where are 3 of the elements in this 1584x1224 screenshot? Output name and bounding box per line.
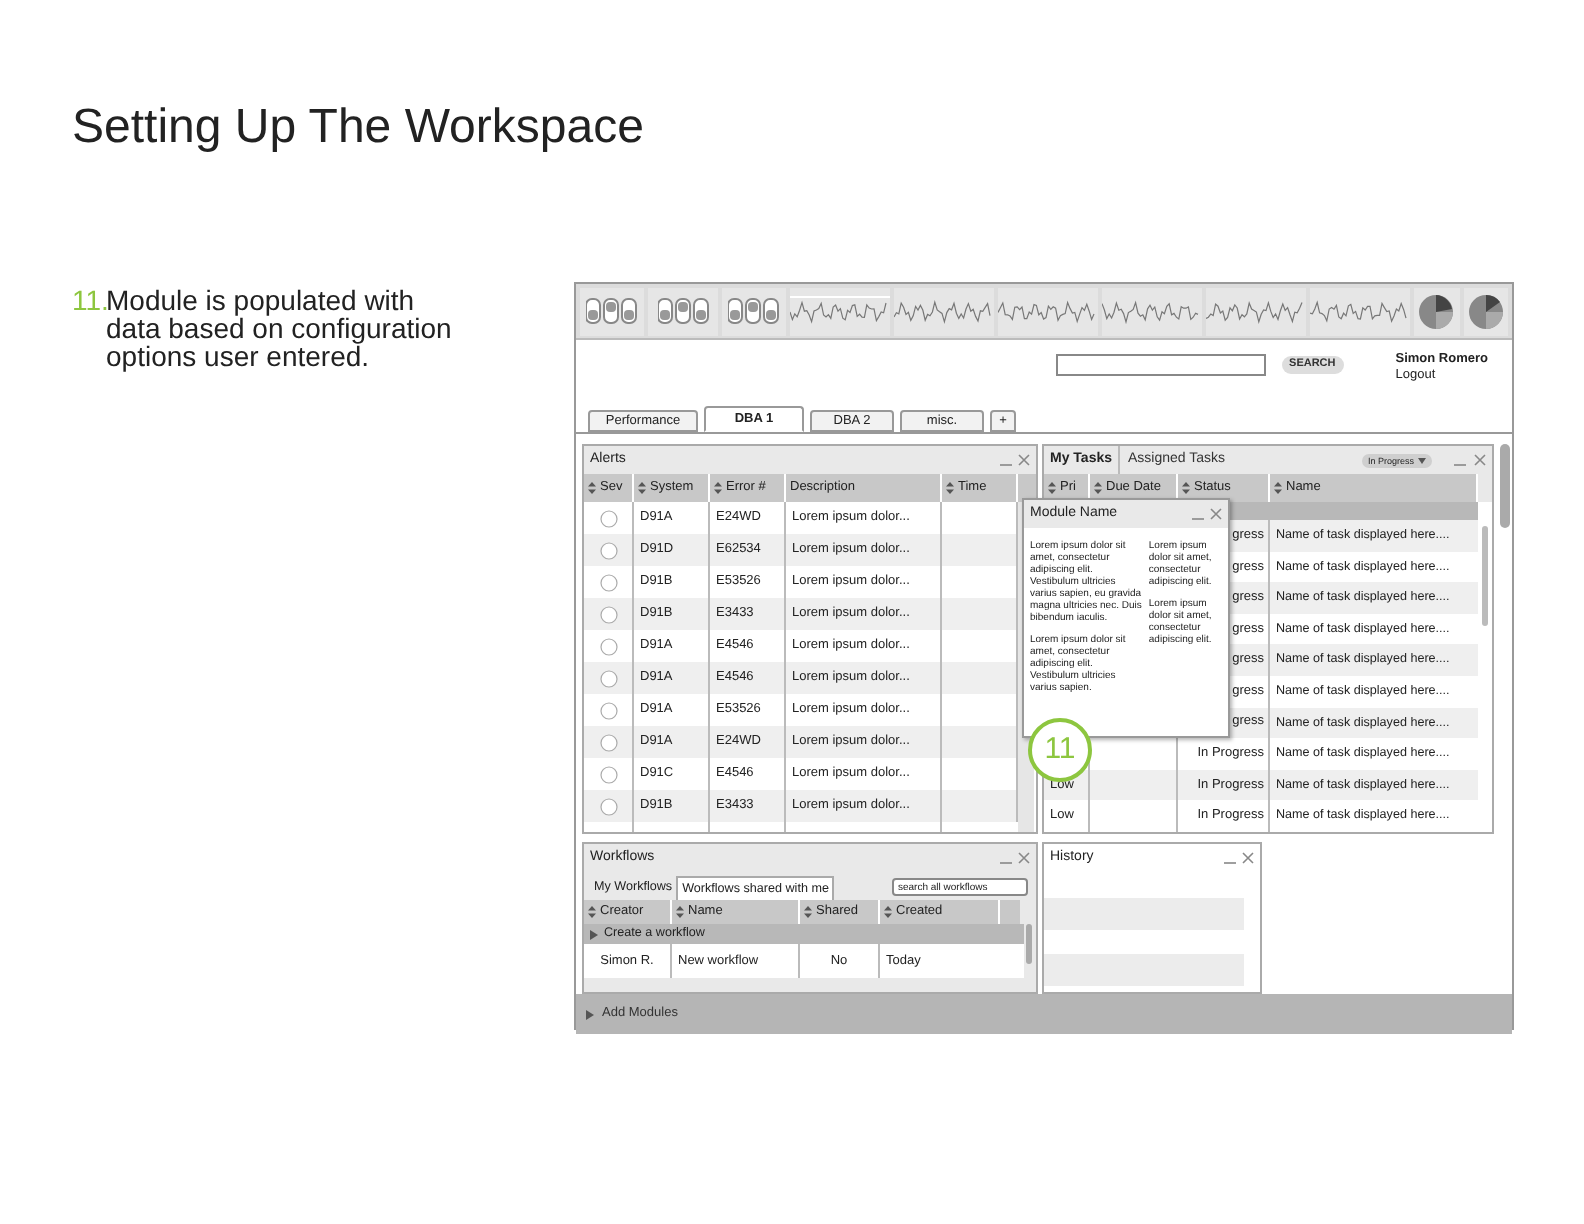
page-title: Setting Up The Workspace xyxy=(72,100,644,156)
step-number: 11. xyxy=(72,286,106,314)
step-text: Module is populated with data based on configuration options user entered. xyxy=(106,286,454,370)
